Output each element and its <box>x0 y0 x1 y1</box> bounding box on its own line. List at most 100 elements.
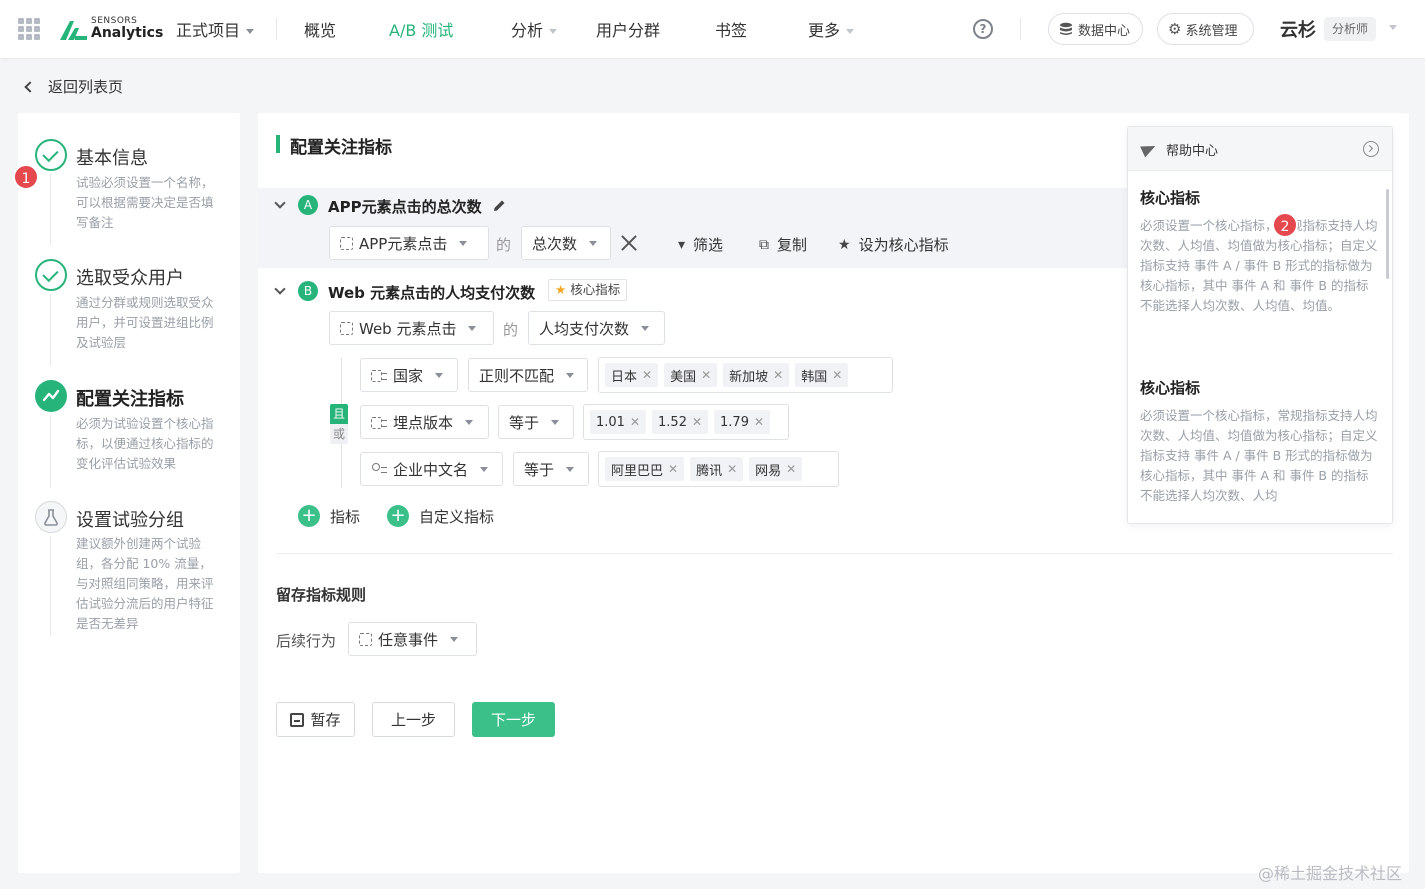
close-icon[interactable]: ✕ <box>786 462 796 476</box>
metric-b-agg-select[interactable]: 人均支付次数 <box>528 311 665 345</box>
step-desc: 通过分群或规则选取受众用户，并可设置进组比例及试验层 <box>76 295 214 350</box>
save-icon <box>290 712 305 727</box>
flask-icon <box>35 501 67 533</box>
nav-bookmarks[interactable]: 书签 <box>715 17 747 41</box>
and-or-toggle[interactable]: 且 或 <box>330 404 348 444</box>
close-icon[interactable]: ✕ <box>727 462 737 476</box>
prev-step-button[interactable]: 上一步 <box>372 702 455 737</box>
step-title-audience[interactable]: 选取受众用户 <box>76 264 184 290</box>
tag-label: 韩国 <box>801 369 828 385</box>
save-label: 暂存 <box>310 711 341 729</box>
condition-field-select[interactable]: 企业中文名 <box>360 452 503 486</box>
nav-analysis-label: 分析 <box>511 21 544 40</box>
set-core-metric-button[interactable]: ★ 设为核心指标 <box>838 234 949 255</box>
metric-a-event-select[interactable]: APP元素点击 <box>329 226 489 260</box>
back-to-list-link[interactable]: 返回列表页 <box>22 76 123 97</box>
user-name[interactable]: 云杉 <box>1280 16 1316 42</box>
condition-field-select[interactable]: 埋点版本 <box>360 405 489 439</box>
nav-overview[interactable]: 概览 <box>304 17 336 41</box>
step-desc: 必须为试验设置个核心指标，以便通过核心指标的变化评估试验效果 <box>76 416 214 471</box>
close-icon[interactable]: ✕ <box>630 415 640 429</box>
help-paragraph: 必须设置一个核心指标，常规指标支持人均次数、人均值、均值做为核心指标；自定义指标… <box>1140 218 1378 313</box>
logo-mark-icon <box>60 21 87 40</box>
step-title-groups[interactable]: 设置试验分组 <box>76 506 184 532</box>
of-label: 的 <box>496 236 512 254</box>
condition-operator-select[interactable]: 正则不匹配 <box>468 358 588 392</box>
nav-user-segments[interactable]: 用户分群 <box>596 17 660 41</box>
data-center-button[interactable]: 数据中心 <box>1048 13 1143 45</box>
metric-b-title[interactable]: Web 元素点击的人均支付次数 <box>328 282 535 303</box>
event-icon <box>340 236 353 250</box>
and-option[interactable]: 且 <box>330 404 348 424</box>
save-draft-button[interactable]: 暂存 <box>276 702 355 737</box>
gear-icon: ⚙ <box>1168 20 1182 38</box>
close-icon[interactable]: ✕ <box>692 415 702 429</box>
section-accent-bar <box>276 135 280 153</box>
metric-a-title[interactable]: APP元素点击的总次数 <box>328 196 507 217</box>
system-admin-label: 系统管理 <box>1185 23 1238 39</box>
role-badge: 分析师 <box>1324 17 1377 41</box>
follow-behavior-value: 任意事件 <box>378 630 439 649</box>
help-icon[interactable]: ? <box>973 19 993 39</box>
metric-b-event-select[interactable]: Web 元素点击 <box>329 311 494 345</box>
step-title-metrics[interactable]: 配置关注指标 <box>76 385 184 411</box>
step-connector <box>50 294 51 366</box>
system-admin-button[interactable]: ⚙ 系统管理 <box>1157 13 1254 45</box>
help-heading: 核心指标 <box>1140 189 1201 207</box>
add-metric-button[interactable]: + 指标 <box>298 505 360 527</box>
close-icon[interactable]: ✕ <box>668 462 678 476</box>
metric-b-event-value: Web 元素点击 <box>359 319 457 338</box>
nav-analysis[interactable]: 分析 <box>511 17 558 41</box>
annotation-badge-1: 1 <box>13 164 39 190</box>
or-option[interactable]: 或 <box>330 424 348 444</box>
chevron-down-icon[interactable] <box>1389 25 1397 30</box>
add-metric-label: 指标 <box>330 507 361 526</box>
condition-field-select[interactable]: 国家 <box>360 358 458 392</box>
tag-label: 1.79 <box>720 414 749 430</box>
value-tag: 腾讯 ✕ <box>690 457 744 481</box>
value-tag: 1.01 ✕ <box>590 410 647 434</box>
close-icon[interactable] <box>620 234 638 252</box>
add-custom-metric-button[interactable]: + 自定义指标 <box>387 505 494 527</box>
close-icon[interactable]: ✕ <box>642 368 652 382</box>
project-selector[interactable]: 正式项目 <box>176 17 255 41</box>
divider <box>276 553 1393 554</box>
plus-icon: + <box>387 505 409 527</box>
follow-behavior-select[interactable]: 任意事件 <box>348 622 477 656</box>
close-icon[interactable]: ✕ <box>701 368 711 382</box>
close-icon[interactable]: ✕ <box>832 368 842 382</box>
nav-more[interactable]: 更多 <box>808 17 855 41</box>
edit-icon[interactable] <box>491 198 507 214</box>
app-grid-icon[interactable] <box>18 18 40 40</box>
step-title-basic-info[interactable]: 基本信息 <box>76 144 148 170</box>
close-icon[interactable]: ✕ <box>773 368 783 382</box>
tag-label: 腾讯 <box>696 463 723 479</box>
chevron-down-icon <box>566 466 575 472</box>
condition-values-box[interactable]: 1.01 ✕ 1.52 ✕ 1.79 ✕ <box>583 404 789 440</box>
copy-button[interactable]: ⧉ 复制 <box>759 234 807 255</box>
chevron-down-icon <box>465 419 474 425</box>
copy-icon: ⧉ <box>759 236 769 253</box>
divider <box>1020 18 1021 40</box>
chevron-right-circle-icon[interactable] <box>1363 141 1379 157</box>
value-tag: 1.52 ✕ <box>652 410 709 434</box>
tag-label: 1.52 <box>658 414 687 430</box>
condition-operator-select[interactable]: 等于 <box>513 452 589 486</box>
logo-text-bottom: Analytics <box>91 25 164 41</box>
annotation-badge-2: 2 <box>1272 212 1298 238</box>
condition-field-value: 国家 <box>393 366 424 385</box>
set-core-label: 设为核心指标 <box>858 236 949 254</box>
condition-values-box[interactable]: 日本 ✕ 美国 ✕ 新加坡 ✕ 韩国 ✕ <box>598 357 893 393</box>
of-label: 的 <box>503 321 519 339</box>
nav-ab-test[interactable]: A/B 测试 <box>389 17 453 41</box>
filter-button[interactable]: ▾ 筛选 <box>678 234 723 255</box>
help-scrollbar[interactable] <box>1386 189 1389 279</box>
next-step-button[interactable]: 下一步 <box>472 702 555 737</box>
value-tag: 新加坡 ✕ <box>723 363 790 387</box>
condition-values-box[interactable]: 阿里巴巴 ✕ 腾讯 ✕ 网易 ✕ <box>598 451 839 487</box>
close-icon[interactable]: ✕ <box>754 415 764 429</box>
metric-a-agg-select[interactable]: 总次数 <box>521 226 611 260</box>
chevron-down-icon <box>551 419 560 425</box>
watermark: @稀土掘金技术社区 <box>1258 864 1403 883</box>
condition-operator-select[interactable]: 等于 <box>498 405 574 439</box>
